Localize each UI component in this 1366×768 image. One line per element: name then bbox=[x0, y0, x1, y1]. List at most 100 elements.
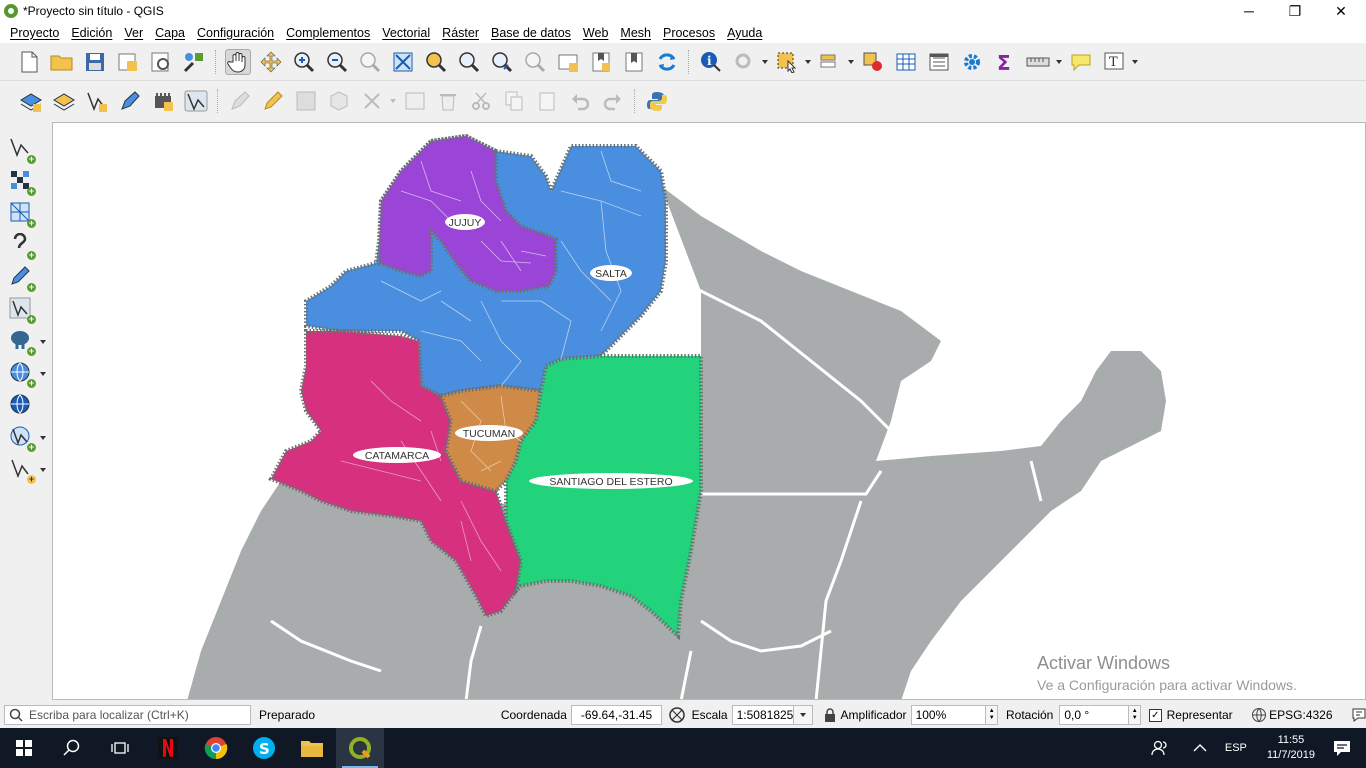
toggle-extents-icon[interactable] bbox=[668, 706, 685, 724]
pan-map-icon[interactable] bbox=[224, 49, 251, 75]
skype-icon[interactable]: S bbox=[240, 728, 288, 768]
new-bookmark-icon[interactable] bbox=[588, 49, 614, 75]
people-icon[interactable] bbox=[1151, 739, 1169, 757]
field-calculator-icon[interactable] bbox=[926, 49, 952, 75]
open-project-icon[interactable] bbox=[49, 49, 75, 75]
save-layer-edits-icon[interactable] bbox=[51, 88, 77, 114]
windows-start-icon[interactable] bbox=[0, 728, 48, 768]
crs-globe-icon[interactable] bbox=[1251, 707, 1266, 723]
measure-dropdown-icon[interactable] bbox=[1056, 60, 1062, 64]
clock[interactable]: 11:55 11/7/2019 bbox=[1267, 733, 1315, 763]
measure-line-icon[interactable] bbox=[1025, 49, 1051, 75]
temporary-layer-dropdown-icon[interactable] bbox=[40, 468, 46, 472]
zoom-out-icon[interactable] bbox=[324, 49, 350, 75]
add-raster-layer-icon[interactable]: + bbox=[6, 166, 36, 196]
map-canvas[interactable]: JUJUY SALTA TUCUMAN CATAMARCA SANTIAGO D… bbox=[52, 122, 1366, 700]
close-button[interactable]: ✕ bbox=[1318, 0, 1364, 22]
search-icon[interactable] bbox=[48, 728, 96, 768]
vertex-tool-icon[interactable] bbox=[183, 88, 209, 114]
chevron-up-icon[interactable] bbox=[1193, 743, 1207, 753]
add-wms-layer-icon[interactable]: + bbox=[6, 358, 36, 388]
menu-complementos[interactable]: Complementos bbox=[280, 26, 376, 40]
refresh-icon[interactable] bbox=[654, 49, 680, 75]
menu-proyecto[interactable]: Proyecto bbox=[4, 26, 65, 40]
layout-manager-icon[interactable] bbox=[148, 49, 174, 75]
add-virtual-layer-icon[interactable]: + bbox=[6, 294, 36, 324]
map-tips-icon[interactable] bbox=[1068, 49, 1094, 75]
zoom-to-selection-icon[interactable] bbox=[423, 49, 449, 75]
crs-label[interactable]: EPSG:4326 bbox=[1269, 708, 1332, 722]
add-postgis-layer-icon[interactable]: + bbox=[6, 326, 36, 356]
processing-toolbox-icon[interactable] bbox=[959, 49, 985, 75]
magnifier-spinner[interactable]: ▲ ▼ bbox=[986, 705, 998, 725]
digitize-pencil-icon[interactable] bbox=[117, 88, 143, 114]
messages-icon[interactable] bbox=[1351, 707, 1366, 723]
pan-to-selection-icon[interactable] bbox=[258, 49, 284, 75]
minimize-button[interactable]: ─ bbox=[1226, 0, 1272, 22]
select-dropdown-icon[interactable] bbox=[805, 60, 811, 64]
map-svg[interactable]: JUJUY SALTA TUCUMAN CATAMARCA SANTIAGO D… bbox=[53, 123, 1366, 700]
menu-edicion[interactable]: Edición bbox=[65, 26, 118, 40]
menu-configuracion[interactable]: Configuración bbox=[191, 26, 280, 40]
menu-mesh[interactable]: Mesh bbox=[614, 26, 657, 40]
annotation-dropdown-icon[interactable] bbox=[1132, 60, 1138, 64]
zoom-last-icon[interactable] bbox=[489, 49, 515, 75]
select-features-icon[interactable] bbox=[774, 49, 800, 75]
current-edits-icon[interactable] bbox=[84, 88, 110, 114]
zoom-in-icon[interactable] bbox=[291, 49, 317, 75]
menu-ver[interactable]: Ver bbox=[118, 26, 149, 40]
add-delimited-text-icon[interactable]: + bbox=[6, 230, 36, 260]
show-bookmarks-icon[interactable] bbox=[621, 49, 647, 75]
new-temporary-layer-icon[interactable]: + bbox=[6, 454, 36, 484]
add-spatialite-layer-icon[interactable]: + bbox=[6, 262, 36, 292]
menu-procesos[interactable]: Procesos bbox=[657, 26, 721, 40]
deselect-all-icon[interactable] bbox=[860, 49, 886, 75]
menu-raster[interactable]: Ráster bbox=[436, 26, 485, 40]
notification-center-icon[interactable] bbox=[1333, 739, 1351, 757]
chrome-icon[interactable] bbox=[192, 728, 240, 768]
new-project-icon[interactable] bbox=[16, 49, 42, 75]
menu-capa[interactable]: Capa bbox=[149, 26, 191, 40]
netflix-icon[interactable] bbox=[144, 728, 192, 768]
add-mesh-layer-icon[interactable]: + bbox=[6, 198, 36, 228]
render-checkbox[interactable]: ✓ bbox=[1148, 708, 1162, 722]
new-map-view-icon[interactable] bbox=[555, 49, 581, 75]
scale-field[interactable]: 1:5081825 bbox=[731, 705, 794, 725]
action-dropdown-icon[interactable] bbox=[762, 60, 768, 64]
pencil-edit-icon[interactable] bbox=[260, 88, 286, 114]
python-console-icon[interactable] bbox=[644, 88, 670, 114]
text-annotation-icon[interactable]: T bbox=[1101, 49, 1127, 75]
style-manager-icon[interactable] bbox=[181, 49, 207, 75]
lock-icon[interactable] bbox=[823, 707, 837, 723]
select-by-value-icon[interactable] bbox=[817, 49, 843, 75]
attribute-table-icon[interactable] bbox=[893, 49, 919, 75]
task-view-icon[interactable] bbox=[96, 728, 144, 768]
maximize-button[interactable]: ❐ bbox=[1272, 0, 1318, 22]
locator-input[interactable]: Escriba para localizar (Ctrl+K) bbox=[4, 705, 251, 725]
file-explorer-icon[interactable] bbox=[288, 728, 336, 768]
rotation-field[interactable]: 0,0 ° bbox=[1059, 705, 1130, 725]
save-project-icon[interactable] bbox=[82, 49, 108, 75]
menu-base-de-datos[interactable]: Base de datos bbox=[485, 26, 577, 40]
menu-web[interactable]: Web bbox=[577, 26, 614, 40]
magnifier-field[interactable]: 100% bbox=[910, 705, 987, 725]
qgis-taskbar-icon[interactable] bbox=[336, 728, 384, 768]
rotation-spinner[interactable]: ▲ ▼ bbox=[1129, 705, 1141, 725]
new-layer-dropdown-icon[interactable] bbox=[40, 436, 46, 440]
statistical-summary-icon[interactable]: Σ bbox=[992, 49, 1018, 75]
new-shapefile-layer-icon[interactable]: + bbox=[6, 422, 36, 452]
new-geopackage-icon[interactable] bbox=[150, 88, 176, 114]
layer-edits-icon[interactable] bbox=[18, 88, 44, 114]
new-print-layout-icon[interactable] bbox=[115, 49, 141, 75]
language-indicator[interactable]: ESP bbox=[1225, 742, 1247, 754]
postgis-dropdown-icon[interactable] bbox=[40, 340, 46, 344]
zoom-full-icon[interactable] bbox=[390, 49, 416, 75]
menu-ayuda[interactable]: Ayuda bbox=[721, 26, 768, 40]
identify-features-icon[interactable]: i bbox=[698, 49, 724, 75]
coordinate-field[interactable]: -69.64,-31.45 bbox=[570, 705, 663, 725]
add-wfs-layer-icon[interactable] bbox=[6, 390, 34, 418]
add-vector-layer-icon[interactable]: + bbox=[6, 134, 36, 164]
menu-vectorial[interactable]: Vectorial bbox=[376, 26, 436, 40]
wms-dropdown-icon[interactable] bbox=[40, 372, 46, 376]
zoom-to-layer-icon[interactable] bbox=[456, 49, 482, 75]
